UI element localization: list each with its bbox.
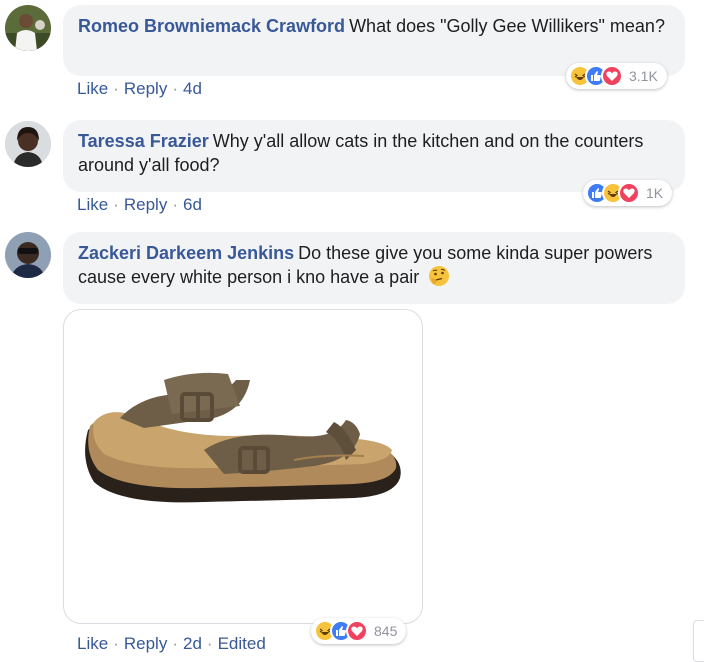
separator: · [206, 634, 213, 653]
reaction-count: 3.1K [629, 68, 658, 84]
love-icon [618, 182, 640, 204]
separator: · [113, 79, 119, 98]
timestamp-link[interactable]: 2d [183, 634, 202, 653]
comment-bubble: Zackeri Darkeem Jenkins Do these give you… [63, 232, 685, 304]
reaction-count: 1K [646, 185, 664, 201]
avatar[interactable] [5, 121, 51, 167]
reaction-count: 845 [374, 623, 398, 639]
timestamp-link[interactable]: 4d [183, 79, 202, 98]
comment-author[interactable]: Romeo Browniemack Crawford [78, 16, 345, 36]
like-link[interactable]: Like [77, 79, 108, 98]
love-icon [346, 620, 368, 642]
chat-widget-edge [693, 620, 704, 662]
separator: · [172, 79, 178, 98]
separator: · [113, 195, 119, 214]
like-link[interactable]: Like [77, 195, 108, 214]
separator: · [113, 634, 119, 653]
comment-author[interactable]: Taressa Frazier [78, 131, 209, 151]
love-icon [601, 65, 623, 87]
like-link[interactable]: Like [77, 634, 108, 653]
avatar[interactable] [5, 232, 51, 278]
reply-link[interactable]: Reply [124, 79, 167, 98]
reply-link[interactable]: Reply [124, 634, 167, 653]
thinking-face-icon [428, 265, 450, 293]
reactions-summary[interactable]: 1K [583, 180, 673, 206]
separator: · [172, 195, 178, 214]
avatar[interactable] [5, 5, 51, 51]
comment-actions: Like · Reply · 4d [77, 79, 202, 99]
timestamp-link[interactable]: 6d [183, 195, 202, 214]
comment-actions: Like · Reply · 2d · Edited [77, 634, 266, 654]
comment-text: What does "Golly Gee Willikers" mean? [349, 16, 665, 36]
reactions-summary[interactable]: 845 [311, 618, 407, 644]
reply-link[interactable]: Reply [124, 195, 167, 214]
reactions-summary[interactable]: 3.1K [566, 63, 667, 89]
comment-actions: Like · Reply · 6d [77, 195, 202, 215]
comment-author[interactable]: Zackeri Darkeem Jenkins [78, 243, 294, 263]
edited-label[interactable]: Edited [218, 634, 266, 653]
sandal-photo[interactable] [63, 309, 423, 624]
separator: · [172, 634, 178, 653]
